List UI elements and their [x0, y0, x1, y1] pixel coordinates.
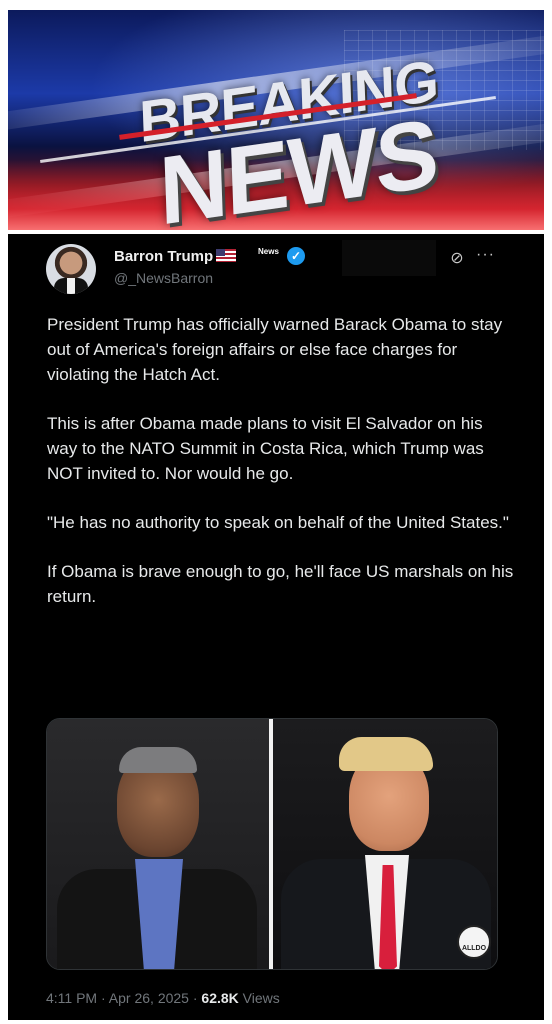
- tweet-time[interactable]: 4:11 PM: [46, 990, 97, 1006]
- photo-hair: [119, 747, 197, 773]
- author-name[interactable]: Barron Trump: [114, 248, 213, 265]
- tweet-paragraph: This is after Obama made plans to visit …: [47, 414, 484, 483]
- grok-icon[interactable]: ⊘: [448, 250, 466, 268]
- news-affiliate-badge[interactable]: News: [258, 247, 279, 256]
- verified-badge-icon: ✓: [287, 247, 305, 265]
- meta-separator: ·: [192, 990, 198, 1006]
- views-label: Views: [242, 990, 280, 1006]
- redacted-area: [342, 240, 436, 276]
- avatar-shirt: [67, 278, 75, 294]
- tweet-paragraph: If Obama is brave enough to go, he'll fa…: [47, 562, 514, 606]
- tweet-text: President Trump has officially warned Ba…: [47, 312, 517, 633]
- tweet-media[interactable]: ALLDO: [46, 718, 498, 970]
- breaking-news-banner: BREAKING NEWS: [8, 10, 544, 230]
- photo-hair: [339, 737, 433, 771]
- media-photo-left[interactable]: [47, 719, 269, 969]
- avatar[interactable]: [46, 244, 96, 294]
- tweet-meta: 4:11 PM · Apr 26, 2025 · 62.8K Views: [46, 990, 280, 1006]
- tweet-paragraph: "He has no authority to speak on behalf …: [47, 513, 509, 532]
- tweet-paragraph: President Trump has officially warned Ba…: [47, 315, 503, 384]
- author-handle[interactable]: @_NewsBarron: [114, 270, 213, 286]
- more-icon[interactable]: ···: [476, 246, 495, 264]
- meta-separator: ·: [101, 990, 106, 1006]
- media-photo-right[interactable]: ALLDO: [273, 719, 497, 969]
- tweet-card: Barron Trump News ✓ @_NewsBarron ⊘ ··· P…: [8, 234, 544, 1020]
- media-watermark-logo: ALLDO: [457, 925, 491, 959]
- views-count[interactable]: 62.8K: [201, 990, 238, 1006]
- us-flag-icon: [216, 249, 237, 262]
- tweet-date[interactable]: Apr 26, 2025: [109, 990, 189, 1006]
- author-name-row[interactable]: Barron Trump: [114, 248, 237, 265]
